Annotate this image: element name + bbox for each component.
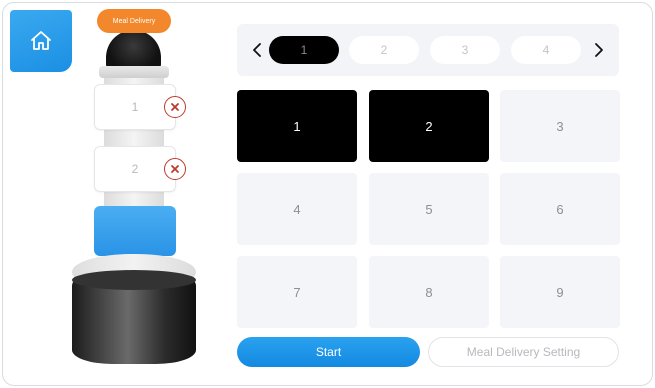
robot-neck: [99, 66, 169, 78]
close-icon: [171, 103, 179, 111]
meal-delivery-setting-button[interactable]: Meal Delivery Setting: [428, 337, 619, 367]
table-cell-3[interactable]: 3: [500, 90, 620, 162]
page-tab-4[interactable]: 4: [511, 36, 581, 64]
meal-delivery-badge: Meal Delivery: [97, 9, 171, 33]
start-button[interactable]: Start: [237, 337, 420, 367]
table-cell-6[interactable]: 6: [500, 173, 620, 245]
page-tab-2[interactable]: 2: [349, 36, 419, 64]
table-cell-1[interactable]: 1: [237, 90, 357, 162]
table-pager: 1 2 3 4: [237, 24, 619, 76]
table-cell-7[interactable]: 7: [237, 256, 357, 328]
robot-base: [72, 278, 196, 364]
close-icon: [171, 165, 179, 173]
table-cell-8[interactable]: 8: [369, 256, 489, 328]
tray-label: 2: [131, 162, 139, 176]
table-cell-9[interactable]: 9: [500, 256, 620, 328]
next-page-button[interactable]: [589, 36, 609, 64]
robot-head: [106, 30, 161, 70]
chevron-right-icon: [595, 43, 603, 57]
page-tab-3[interactable]: 3: [430, 36, 500, 64]
tray-slot-3[interactable]: [94, 206, 176, 256]
remove-tray-2-button[interactable]: [164, 158, 186, 180]
table-cell-5[interactable]: 5: [369, 173, 489, 245]
chevron-left-icon: [253, 43, 261, 57]
previous-page-button[interactable]: [247, 36, 267, 64]
remove-tray-1-button[interactable]: [164, 96, 186, 118]
robot-illustration: Meal Delivery 1 2: [0, 0, 230, 388]
tray-label: 1: [131, 100, 139, 114]
table-cell-4[interactable]: 4: [237, 173, 357, 245]
robot-base-top: [72, 270, 196, 290]
table-cell-2[interactable]: 2: [369, 90, 489, 162]
page-tab-1[interactable]: 1: [269, 36, 339, 64]
